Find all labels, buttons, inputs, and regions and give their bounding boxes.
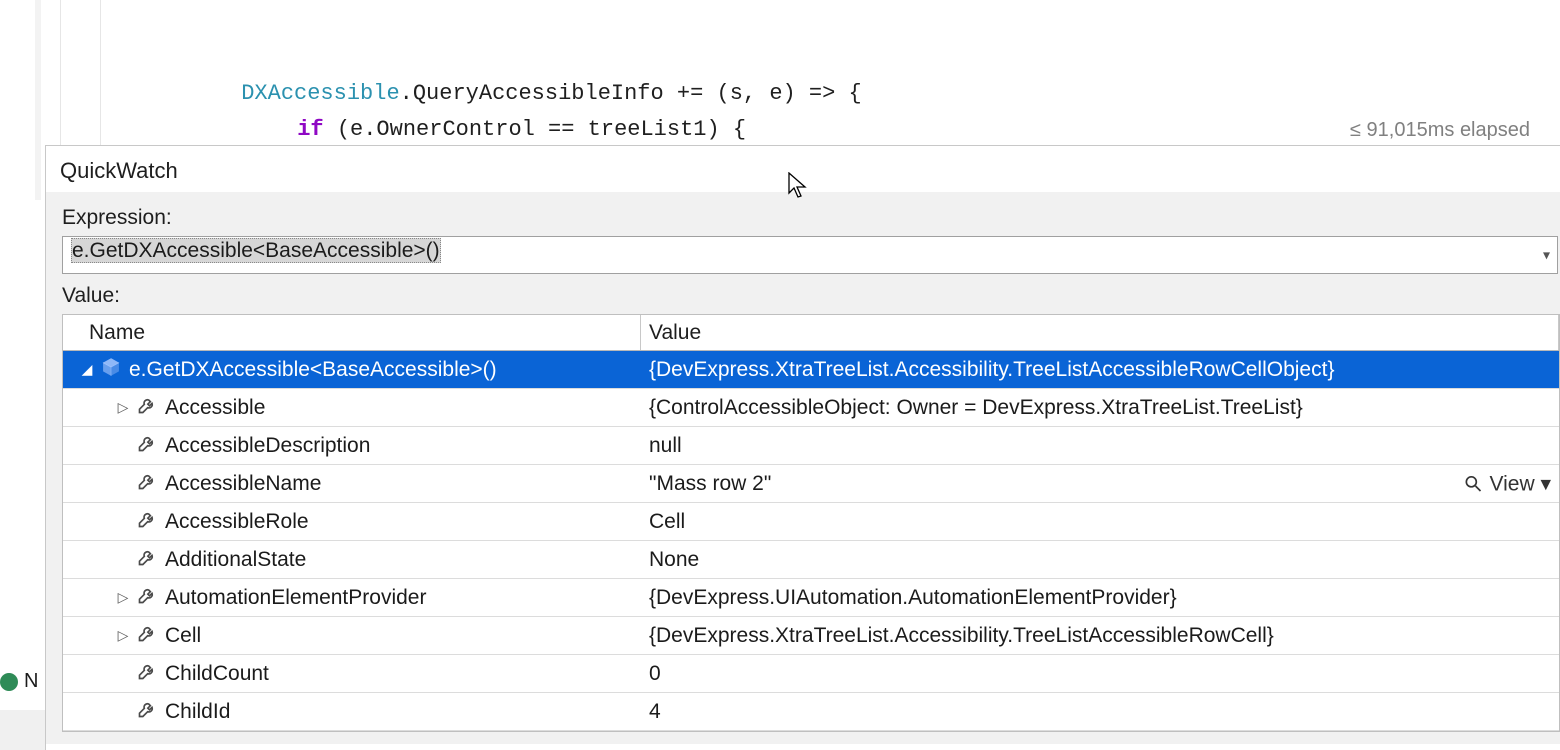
status-indicator: N	[0, 670, 38, 693]
property-name: Cell	[165, 624, 201, 648]
expander-icon[interactable]: ◢	[79, 361, 95, 378]
table-row[interactable]: ▷ Accessible {ControlAccessibleObject: Own…	[63, 389, 1559, 427]
property-value: {ControlAccessibleObject: Owner = DevExp…	[649, 396, 1303, 420]
property-name: Accessible	[165, 396, 265, 420]
expression-combobox[interactable]: e.GetDXAccessible<BaseAccessible>() ▾	[62, 236, 1558, 274]
status-bar-fragment	[0, 710, 45, 750]
wrench-icon	[137, 547, 157, 567]
property-value: null	[649, 434, 682, 458]
expression-input[interactable]: e.GetDXAccessible<BaseAccessible>()	[62, 236, 1558, 274]
grid-header: Name Value	[63, 315, 1559, 351]
property-value: "Mass row 2"	[649, 472, 771, 496]
chevron-down-icon[interactable]: ▾	[1543, 247, 1550, 264]
cube-icon	[101, 357, 121, 377]
property-name: ChildId	[165, 700, 230, 724]
property-value: {DevExpress.UIAutomation.AutomationEleme…	[649, 586, 1177, 610]
property-value: None	[649, 548, 699, 572]
check-icon	[0, 673, 18, 691]
table-row[interactable]: ChildCount 0	[63, 655, 1559, 693]
table-row[interactable]: AccessibleName "Mass row 2" View ▾	[63, 465, 1559, 503]
value-grid: Name Value ◢ e.GetDXAccessible<BaseAccess…	[62, 314, 1560, 732]
table-row[interactable]: AccessibleDescription null	[63, 427, 1559, 465]
property-name: AccessibleDescription	[165, 434, 370, 458]
table-row[interactable]: AccessibleRole Cell	[63, 503, 1559, 541]
expander-icon[interactable]: ▷	[115, 589, 131, 606]
property-value: {DevExpress.XtraTreeList.Accessibility.T…	[649, 358, 1334, 382]
grid-body: ◢ e.GetDXAccessible<BaseAccessible>() {Dev…	[63, 351, 1559, 731]
wrench-icon	[137, 699, 157, 719]
property-name: AccessibleName	[165, 472, 321, 496]
column-header-value[interactable]: Value	[641, 315, 1559, 350]
quickwatch-panel: QuickWatch Expression: e.GetDXAccessible…	[45, 145, 1560, 750]
cursor-icon	[788, 172, 810, 200]
wrench-icon	[137, 623, 157, 643]
property-name: AutomationElementProvider	[165, 586, 426, 610]
table-row[interactable]: ChildId 4	[63, 693, 1559, 731]
property-name: AccessibleRole	[165, 510, 309, 534]
table-row[interactable]: AdditionalState None	[63, 541, 1559, 579]
expander-icon[interactable]: ▷	[115, 399, 131, 416]
value-label: Value:	[62, 284, 1560, 308]
wrench-icon	[137, 471, 157, 491]
gutter-margin	[35, 0, 41, 200]
wrench-icon	[137, 395, 157, 415]
property-name: e.GetDXAccessible<BaseAccessible>()	[129, 358, 497, 382]
elapsed-time-label: ≤ 91,015ms elapsed	[1350, 112, 1530, 148]
table-row[interactable]: ▷ AutomationElementProvider {DevExpress.UI…	[63, 579, 1559, 617]
wrench-icon	[137, 433, 157, 453]
property-value: {DevExpress.XtraTreeList.Accessibility.T…	[649, 624, 1274, 648]
magnifier-icon	[1463, 474, 1483, 494]
expander-icon[interactable]: ▷	[115, 627, 131, 644]
table-row[interactable]: ▷ Cell {DevExpress.XtraTreeList.Accessibil…	[63, 617, 1559, 655]
property-value: 0	[649, 662, 661, 686]
property-value: 4	[649, 700, 661, 724]
view-button[interactable]: View ▾	[1463, 471, 1551, 496]
wrench-icon	[137, 509, 157, 529]
property-value: Cell	[649, 510, 685, 534]
wrench-icon	[137, 585, 157, 605]
property-name: ChildCount	[165, 662, 269, 686]
wrench-icon	[137, 661, 157, 681]
table-row[interactable]: ◢ e.GetDXAccessible<BaseAccessible>() {Dev…	[63, 351, 1559, 389]
column-header-name[interactable]: Name	[81, 315, 641, 350]
expression-label: Expression:	[62, 206, 1560, 230]
property-name: AdditionalState	[165, 548, 306, 572]
